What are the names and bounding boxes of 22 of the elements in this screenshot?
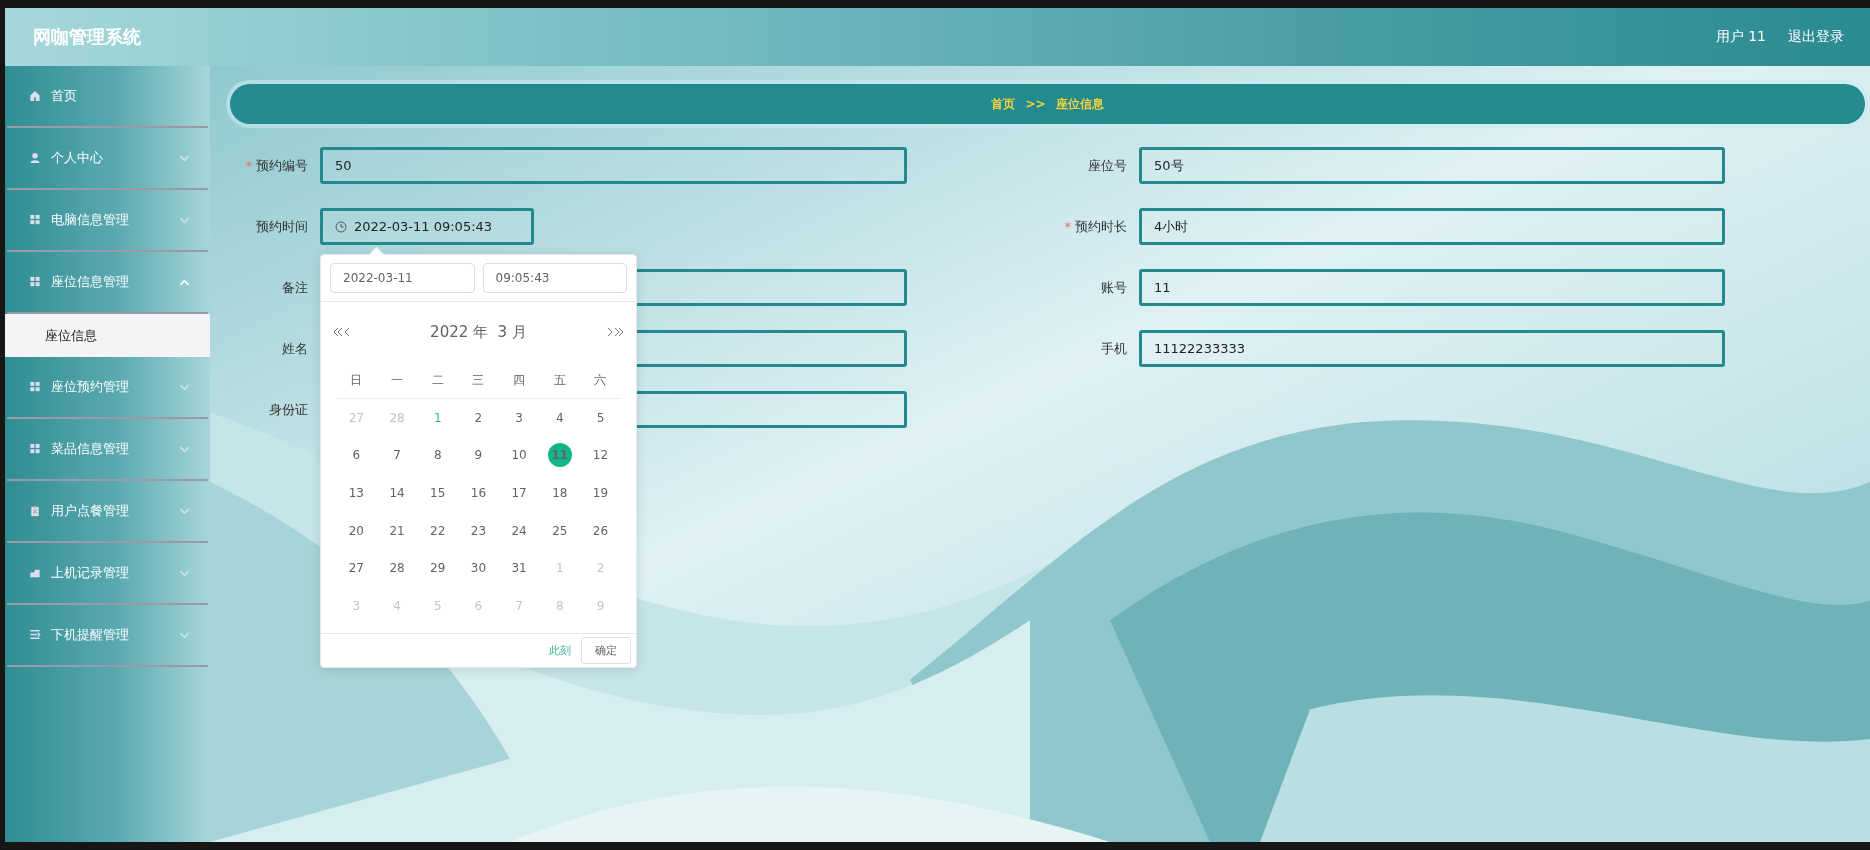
required-mark: * <box>1064 218 1071 234</box>
required-mark: * <box>245 157 252 173</box>
field-label: * 预约编号 <box>244 156 308 175</box>
app-title: 网咖管理系统 <box>33 25 142 49</box>
weekday-label: 三 <box>458 362 499 399</box>
breadcrumb-separator: >> <box>1025 97 1046 111</box>
month-title: 2022 年 3 月 <box>429 322 528 342</box>
user-name: 用户 11 <box>1715 28 1766 46</box>
weekday-label: 四 <box>498 362 540 399</box>
field-label: 座位号 <box>1087 156 1127 175</box>
weekday-label: 一 <box>376 362 418 399</box>
weekday-label: 五 <box>539 362 581 399</box>
field-label: 姓名 <box>281 339 308 358</box>
weekday-label: 六 <box>580 362 621 399</box>
field-label: 身份证 <box>268 400 308 419</box>
weekday-label: 二 <box>417 362 459 399</box>
field-label: 备注 <box>281 278 308 297</box>
field-label: 预约时间 <box>255 217 308 236</box>
weekday-label: 日 <box>336 362 377 399</box>
field-label: 手机 <box>1100 339 1127 358</box>
field-label: * 预约时长 <box>1063 217 1127 236</box>
field-label: 账号 <box>1100 278 1127 297</box>
